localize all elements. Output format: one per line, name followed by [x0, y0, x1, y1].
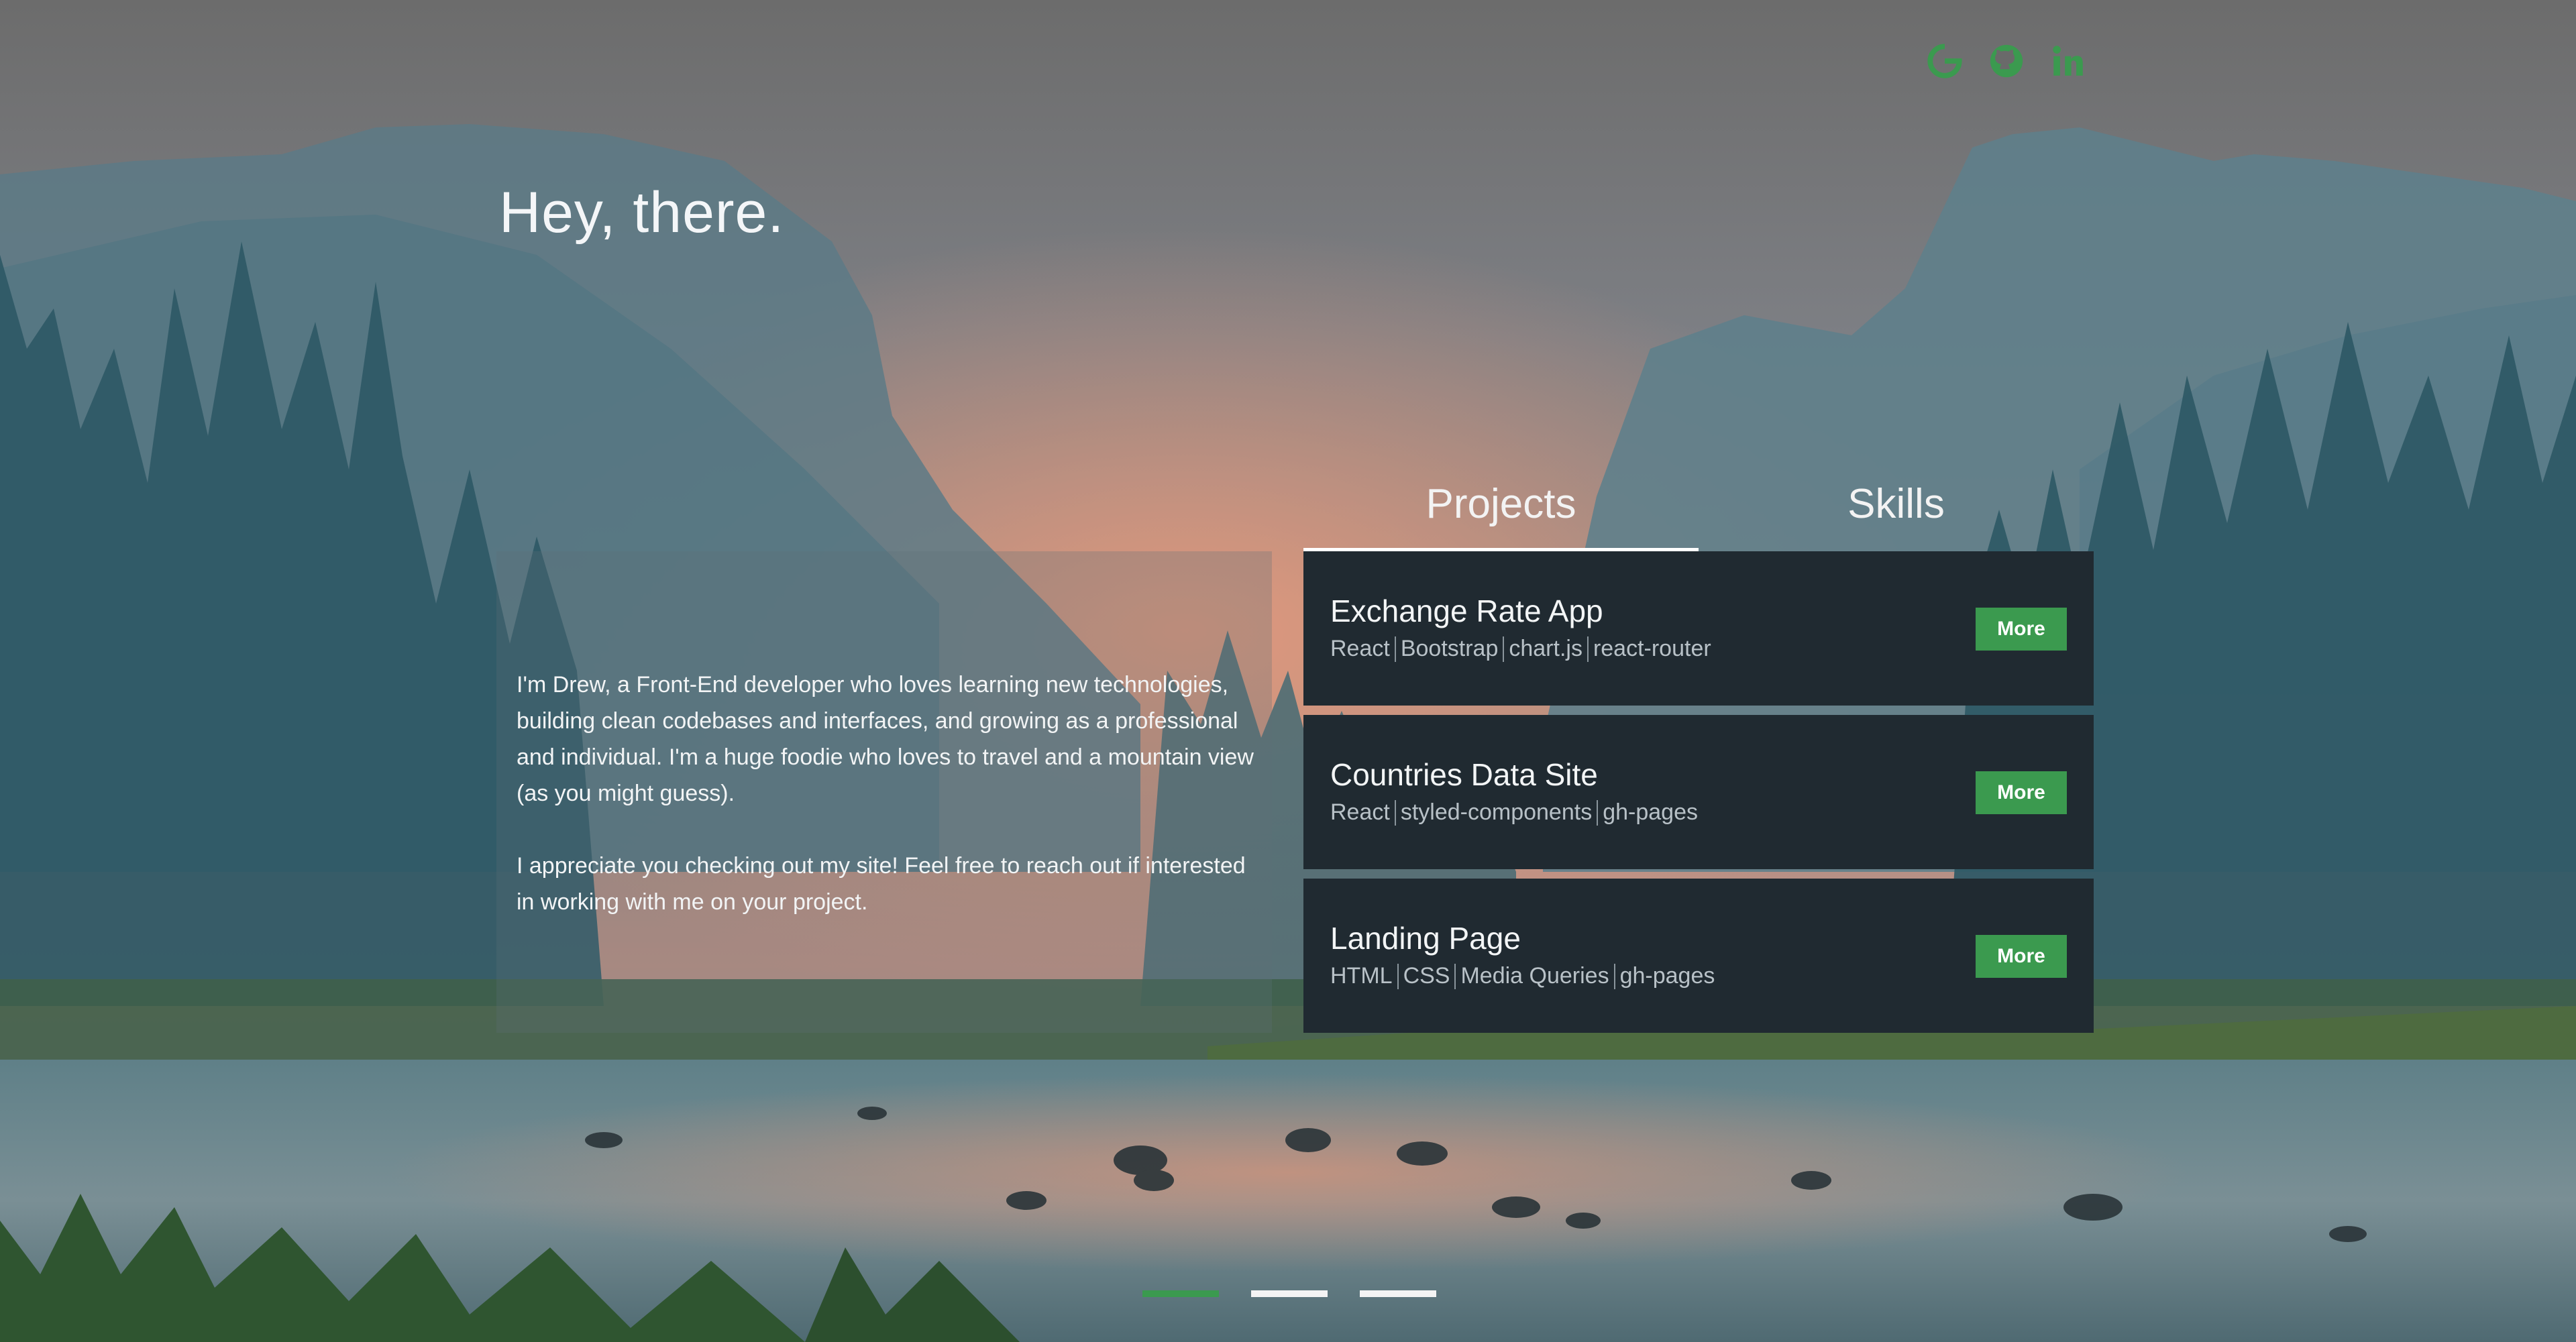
- social-links: [1925, 42, 2088, 80]
- github-icon[interactable]: [1987, 42, 2026, 80]
- tag: CSS: [1403, 963, 1450, 989]
- project-tags: React Bootstrap chart.js react-router: [1330, 636, 1716, 662]
- more-button[interactable]: More: [1976, 608, 2067, 651]
- google-icon[interactable]: [1925, 42, 1964, 80]
- tag: React: [1330, 799, 1390, 825]
- tag: Media Queries: [1460, 963, 1609, 989]
- about-paragraph-1: I'm Drew, a Front-End developer who love…: [517, 672, 1254, 806]
- project-card: Countries Data Site React styled-compone…: [1303, 715, 2094, 869]
- background-landscape: [0, 0, 2576, 1342]
- tag: Bootstrap: [1400, 636, 1499, 661]
- project-list: Exchange Rate App React Bootstrap chart.…: [1303, 551, 2094, 1042]
- tag: HTML: [1330, 963, 1393, 989]
- page-title: Hey, there.: [499, 180, 785, 245]
- tag: gh-pages: [1619, 963, 1715, 989]
- more-button[interactable]: More: [1976, 771, 2067, 814]
- project-title: Exchange Rate App: [1330, 594, 1603, 628]
- project-tags: HTML CSS Media Queries gh-pages: [1330, 963, 1719, 989]
- project-title: Countries Data Site: [1330, 757, 1598, 792]
- linkedin-icon[interactable]: [2049, 42, 2088, 80]
- tag: chart.js: [1509, 636, 1582, 661]
- tag: react-router: [1593, 636, 1711, 661]
- page-dot-2[interactable]: [1251, 1290, 1328, 1297]
- project-card: Exchange Rate App React Bootstrap chart.…: [1303, 551, 2094, 706]
- project-title: Landing Page: [1330, 921, 1521, 956]
- tab-bar: Projects Skills: [1303, 469, 2094, 551]
- page-dot-1[interactable]: [1142, 1290, 1219, 1297]
- tab-projects[interactable]: Projects: [1303, 469, 1699, 551]
- more-button[interactable]: More: [1976, 935, 2067, 978]
- tag: styled-components: [1400, 799, 1593, 825]
- project-tags: React styled-components gh-pages: [1330, 799, 1703, 826]
- about-paragraph-2: I appreciate you checking out my site! F…: [517, 853, 1246, 915]
- page-indicator: [1142, 1290, 1436, 1297]
- tab-skills[interactable]: Skills: [1699, 469, 2094, 551]
- project-card: Landing Page HTML CSS Media Queries gh-p…: [1303, 879, 2094, 1033]
- tag: React: [1330, 636, 1390, 661]
- about-panel: I'm Drew, a Front-End developer who love…: [496, 551, 1272, 1033]
- tag: gh-pages: [1603, 799, 1698, 825]
- page-dot-3[interactable]: [1360, 1290, 1436, 1297]
